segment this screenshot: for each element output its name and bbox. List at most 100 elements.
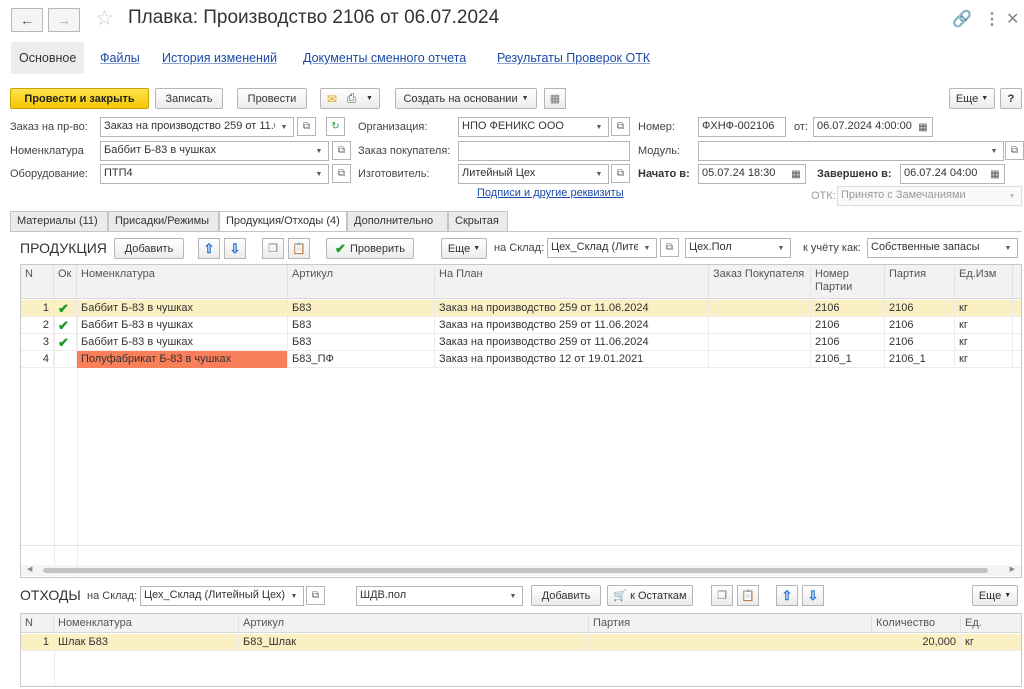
chevron-down-icon[interactable]: ▼ [285,587,303,605]
production-more-button[interactable]: Еще ▼ [441,238,487,259]
tab-history[interactable]: История изменений [162,42,277,74]
chevron-down-icon[interactable]: ▼ [504,587,522,605]
chevron-down-icon[interactable]: ▼ [638,239,656,257]
organization-field[interactable]: НПО ФЕНИКС ООО ▼ [458,117,609,137]
waste-place-field[interactable]: ШДВ.пол ▼ [356,586,523,606]
col-client-order[interactable]: Заказ Покупателя [709,265,811,298]
ok-check-icon[interactable]: ✔ [54,300,77,317]
refresh-icon[interactable]: ↻ [326,117,345,136]
waste-add-button[interactable]: Добавить [531,585,601,606]
col-article[interactable]: Артикул [239,614,589,632]
equipment-field[interactable]: ПТП4 ▼ [100,164,329,184]
account-field[interactable]: Собственные запасы ▼ [867,238,1018,258]
chevron-down-icon[interactable]: ▼ [275,118,293,136]
open-icon[interactable]: ⧉ [611,117,630,136]
signatures-link[interactable]: Подписи и другие реквизиты [477,187,624,199]
client-order-field[interactable] [458,141,630,161]
chevron-down-icon[interactable]: ▼ [772,239,790,257]
col-nomenclature[interactable]: Номенклатура [54,614,239,632]
scroll-left-icon[interactable]: ◀ [27,565,32,573]
production-add-button[interactable]: Добавить [114,238,184,259]
move-down-icon[interactable]: ⇩ [224,238,246,259]
open-icon[interactable]: ⧉ [1005,141,1024,160]
col-n[interactable]: N [21,265,54,298]
col-article[interactable]: Артикул [288,265,435,298]
to-rests-button[interactable]: 🛒 к Остаткам [607,585,693,606]
table-row[interactable]: 1 Шлак Б83 Б83_Шлак 20,000 кг [21,634,1021,651]
paste-icon[interactable]: 📋 [288,238,310,259]
more-button[interactable]: Еще ▼ [949,88,995,109]
star-icon[interactable]: ☆ [95,6,114,31]
col-ok[interactable]: Ок [54,265,77,298]
close-icon[interactable]: ✕ [1006,9,1019,29]
ok-check-icon[interactable] [54,351,77,368]
chevron-down-icon[interactable]: ▼ [985,142,1003,160]
tab-additives[interactable]: Присадки/Режимы [108,211,219,232]
table-row[interactable]: 4 Полуфабрикат Б-83 в чушках Б83_ПФ Зака… [21,351,1021,368]
module-field[interactable]: ▼ [698,141,1004,161]
ok-check-icon[interactable]: ✔ [54,334,77,351]
calendar-icon[interactable]: ▦ [914,118,932,136]
col-quantity[interactable]: Количество [872,614,961,632]
chevron-down-icon[interactable]: ▼ [310,165,328,183]
nomenclature-field[interactable]: Баббит Б-83 в чушках ▼ [100,141,329,161]
open-icon[interactable]: ⧉ [297,117,316,136]
table-row[interactable]: 1 ✔ Баббит Б-83 в чушках Б83 Заказ на пр… [21,300,1021,317]
finished-field[interactable]: 06.07.24 04:00 ▦ [900,164,1005,184]
check-button[interactable]: ✔ Проверить [326,238,414,259]
started-field[interactable]: 05.07.24 18:30 ▦ [698,164,806,184]
tab-products-waste[interactable]: Продукция/Отходы (4) [219,211,347,232]
chevron-down-icon[interactable]: ▼ [999,239,1017,257]
maker-field[interactable]: Литейный Цех ▼ [458,164,609,184]
tab-hidden[interactable]: Скрытая [448,211,508,232]
col-batch[interactable]: Партия [589,614,872,632]
post-and-close-button[interactable]: Провести и закрыть [10,88,149,109]
tab-files[interactable]: Файлы [100,42,140,74]
scroll-right-icon[interactable]: ▶ [1010,565,1015,573]
tab-otk-results[interactable]: Результаты Проверок ОТК [497,42,650,74]
col-unit[interactable]: Ед.Изм [955,265,1013,298]
waste-more-button[interactable]: Еще ▼ [972,585,1018,606]
order-field[interactable]: Заказ на производство 259 от 11.06.2024 … [100,117,294,137]
post-button[interactable]: Провести [237,88,307,109]
tab-materials[interactable]: Материалы (11) [10,211,108,232]
col-unit[interactable]: Ед. [961,614,1021,632]
open-icon[interactable]: ⧉ [332,164,351,183]
open-icon[interactable]: ⧉ [332,141,351,160]
production-table[interactable]: N Ок Номенклатура Артикул На План Заказ … [20,264,1022,578]
horizontal-scrollbar[interactable]: ◀ ▶ [21,565,1021,576]
open-icon[interactable]: ⧉ [306,586,325,605]
calendar-icon[interactable]: ▦ [787,165,805,183]
open-icon[interactable]: ⧉ [660,238,679,257]
copy-icon[interactable]: ❐ [262,238,284,259]
structure-icon[interactable]: ▦ [544,88,566,109]
tab-shift-docs[interactable]: Документы сменного отчета [303,42,466,74]
move-up-icon[interactable]: ⇧ [776,585,798,606]
tab-additional[interactable]: Дополнительно [347,211,448,232]
write-button[interactable]: Записать [155,88,223,109]
mail-print-button[interactable]: ✉ ⎙ ▼ [320,88,380,109]
tab-main[interactable]: Основное [11,42,85,74]
col-batch-number[interactable]: Номер Партии [811,265,885,298]
link-icon[interactable]: 🔗 [952,9,972,29]
col-plan[interactable]: На План [435,265,709,298]
open-icon[interactable]: ⧉ [611,164,630,183]
move-down-icon[interactable]: ⇩ [802,585,824,606]
forward-button[interactable]: → [48,8,80,32]
more-vertical-icon[interactable]: ⋮ [984,9,1000,29]
scroll-thumb[interactable] [43,568,988,573]
move-up-icon[interactable]: ⇧ [198,238,220,259]
paste-icon[interactable]: 📋 [737,585,759,606]
create-based-button[interactable]: Создать на основании ▼ [395,88,537,109]
table-row[interactable]: 3 ✔ Баббит Б-83 в чушках Б83 Заказ на пр… [21,334,1021,351]
chevron-down-icon[interactable]: ▼ [310,142,328,160]
col-batch[interactable]: Партия [885,265,955,298]
waste-warehouse-field[interactable]: Цех_Склад (Литейный Цех) ▼ [140,586,304,606]
production-place-field[interactable]: Цех.Пол ▼ [685,238,791,258]
copy-icon[interactable]: ❐ [711,585,733,606]
production-warehouse-field[interactable]: Цех_Склад (Литейный Цех) ▼ [547,238,657,258]
calendar-icon[interactable]: ▦ [986,165,1004,183]
help-button[interactable]: ? [1000,88,1022,109]
date-from-field[interactable]: 06.07.2024 4:00:00 ▦ [813,117,933,137]
ok-check-icon[interactable]: ✔ [54,317,77,334]
